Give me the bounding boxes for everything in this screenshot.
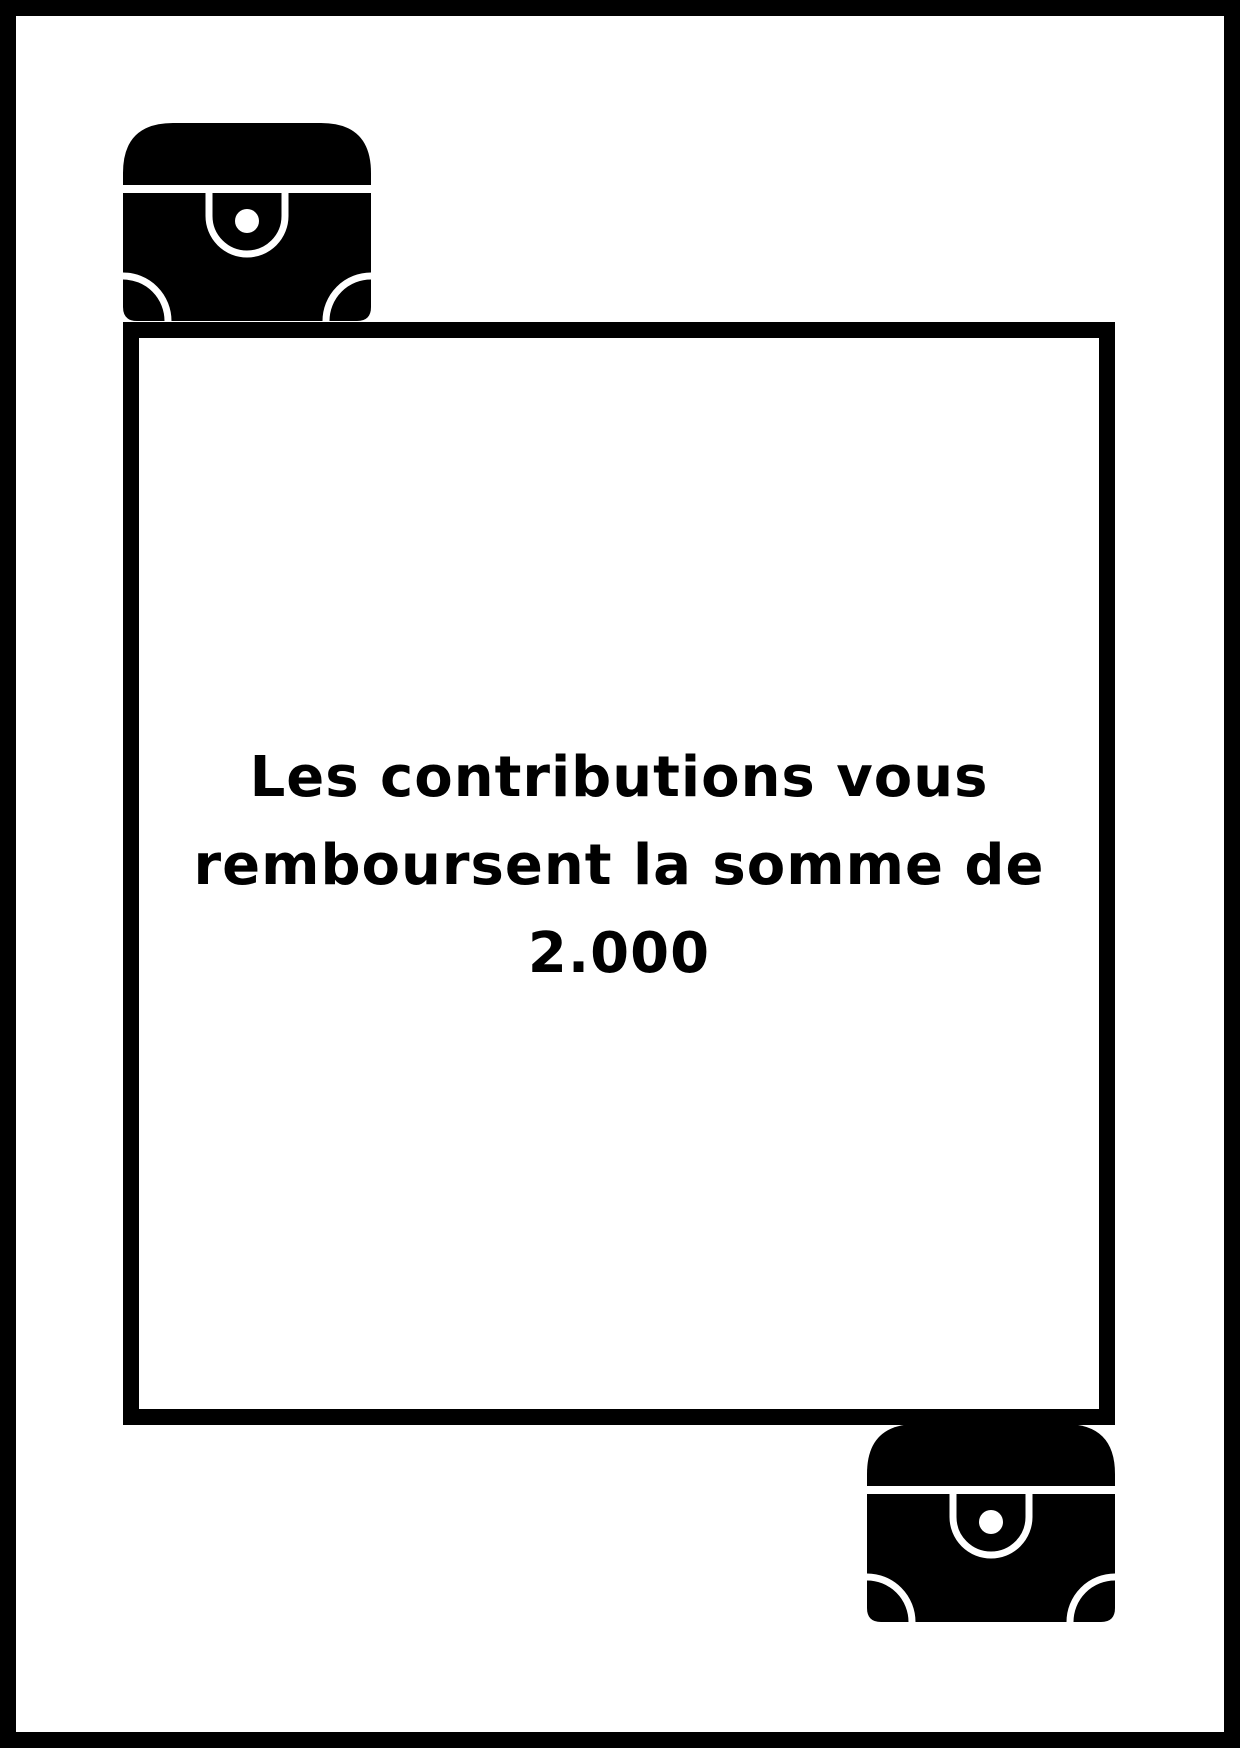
card-frame: Les contributions vous remboursent la so…	[123, 322, 1115, 1425]
treasure-chest-icon	[123, 123, 371, 321]
card-message: Les contributions vous remboursent la so…	[193, 744, 1045, 986]
treasure-chest-icon	[867, 1424, 1115, 1622]
